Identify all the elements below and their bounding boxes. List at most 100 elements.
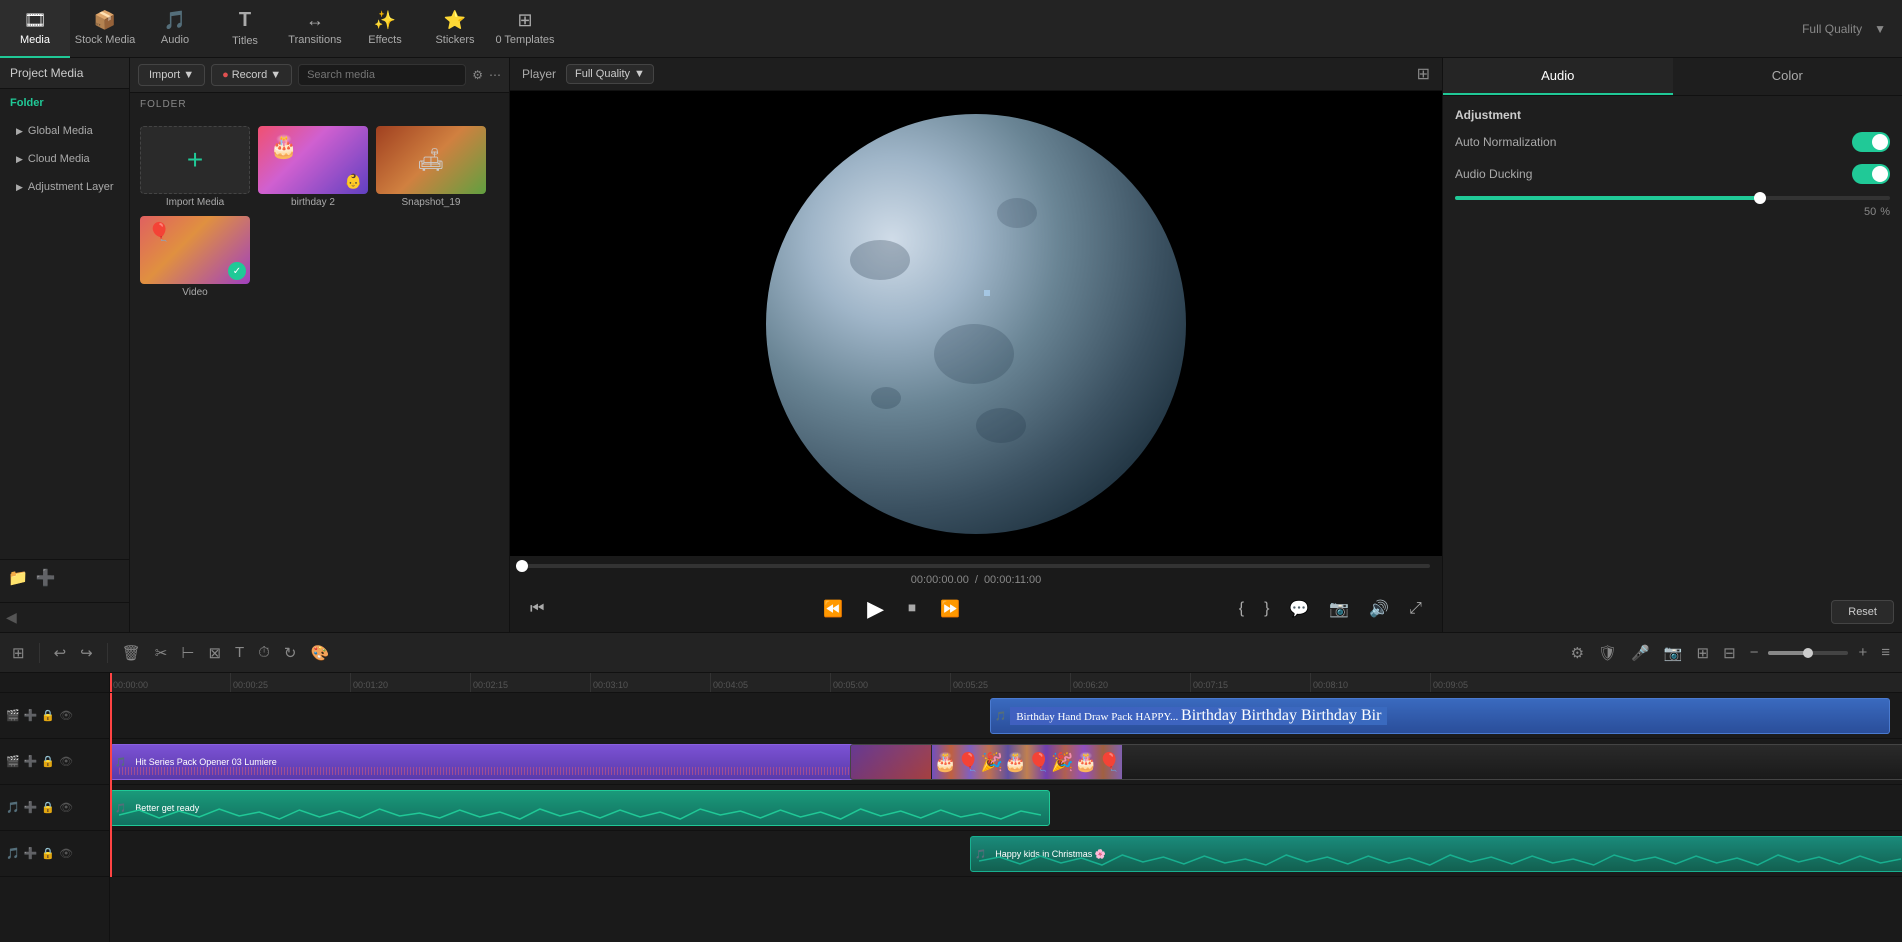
media-item-snapshot19[interactable]: 🛋 Snapshot_19 <box>376 126 486 208</box>
toolbar-titles[interactable]: T Titles <box>210 0 280 58</box>
toolbar-effects[interactable]: ✨ Effects <box>350 0 420 58</box>
track2-eye-icon[interactable]: 👁 <box>59 755 73 768</box>
clip-hit-series[interactable]: 🎵 Hit Series Pack Opener 03 Lumiere <box>110 744 970 780</box>
toolbar-stock-media-label: Stock Media <box>75 34 136 46</box>
tl-rotate-icon[interactable]: ↻ <box>280 642 301 664</box>
tl-settings-icon[interactable]: ⚙ <box>1567 642 1588 664</box>
tl-undo-icon[interactable]: ↩ <box>50 642 71 664</box>
media-item-video[interactable]: 🎈 ✓ Video <box>140 216 250 298</box>
tl-layout-icon[interactable]: ⊞ <box>1693 642 1714 664</box>
star-dot <box>984 290 990 296</box>
project-media-label: Project Media <box>10 66 83 80</box>
timeline-scroll[interactable]: 00:00:00 00:00:25 00:01:20 00:02:15 00:0… <box>110 673 1902 942</box>
mark-in-icon[interactable]: { <box>1231 598 1252 620</box>
tl-shield-icon[interactable]: 🛡 <box>1594 642 1621 664</box>
toolbar-stickers-label: Stickers <box>435 34 474 46</box>
audio-ducking-toggle[interactable] <box>1852 164 1890 184</box>
quality-label: Full Quality <box>1802 22 1862 36</box>
ruler-tick-2: 00:01:20 <box>350 673 388 692</box>
tab-color[interactable]: Color <box>1673 58 1902 95</box>
skip-back-icon[interactable]: ⏮ <box>522 598 552 620</box>
filter-icon[interactable]: ⚙ <box>472 68 483 82</box>
toolbar-media[interactable]: 🎞 Media <box>0 0 70 58</box>
toolbar-audio[interactable]: 🎵 Audio <box>140 0 210 58</box>
clip-happy-kids[interactable]: 🎵 Happy kids in Christmas 🌸 <box>970 836 1902 872</box>
clip-video-collage[interactable]: 🎂 🎈 🎉 🎂 🎈 🎉 🎂 🎈 <box>850 744 1902 780</box>
clip-birthday-title[interactable]: 🎵 Birthday Hand Draw Pack HAPPY... Birth… <box>990 698 1890 734</box>
toolbar-stickers[interactable]: ⭐ Stickers <box>420 0 490 58</box>
ducking-slider-track[interactable] <box>1455 196 1890 200</box>
collapse-sidebar-btn[interactable]: ◀ <box>0 602 129 632</box>
sidebar-folder-icon[interactable]: 📁 <box>8 568 28 588</box>
import-media-item[interactable]: + Import Media <box>140 126 250 208</box>
track1-add-icon[interactable]: ➕ <box>24 709 38 722</box>
templates-icon: ⊞ <box>517 10 532 31</box>
tl-plus-icon[interactable]: + <box>1854 642 1871 663</box>
tl-timer-icon[interactable]: ⏱ <box>254 642 274 663</box>
track4-lock-icon[interactable]: 🔒 <box>41 847 55 860</box>
tl-delete-icon[interactable]: 🗑 <box>118 642 145 664</box>
tl-list-icon[interactable]: ≡ <box>1877 642 1894 663</box>
moon-crater-4 <box>871 387 901 409</box>
tl-crop-icon[interactable]: ⊠ <box>204 642 225 664</box>
play-icon[interactable]: ▶ <box>859 594 892 624</box>
tl-minus-icon[interactable]: − <box>1746 642 1763 663</box>
reset-button[interactable]: Reset <box>1831 600 1894 624</box>
record-button[interactable]: ● Record ▼ <box>211 64 292 86</box>
track3-eye-icon[interactable]: 👁 <box>59 801 73 814</box>
fullscreen-icon[interactable]: ⤢ <box>1401 598 1430 620</box>
tl-add-track-icon[interactable]: ⊞ <box>8 642 29 664</box>
toolbar-templates-label: 0 Templates <box>495 34 554 46</box>
tl-redo-icon[interactable]: ↪ <box>76 642 97 664</box>
sidebar-add-icon[interactable]: ➕ <box>36 568 56 588</box>
tl-cut-icon[interactable]: ✂ <box>151 642 172 664</box>
frame-forward-icon[interactable]: ⏩ <box>932 597 968 621</box>
tl-mic-icon[interactable]: 🎤 <box>1627 642 1654 664</box>
track4-eye-icon[interactable]: 👁 <box>59 847 73 860</box>
project-media-header[interactable]: Project Media <box>0 58 129 89</box>
sidebar-item-cloud-media[interactable]: ▶ Cloud Media <box>0 145 129 173</box>
zoom-slider[interactable] <box>1768 651 1848 655</box>
track2-lock-icon[interactable]: 🔒 <box>41 755 55 768</box>
sidebar-item-adjustment-layer[interactable]: ▶ Adjustment Layer <box>0 173 129 201</box>
track-row-3: 🎵 Better get ready <box>110 785 1902 831</box>
toolbar-templates[interactable]: ⊞ 0 Templates <box>490 0 560 58</box>
tl-text-icon[interactable]: T <box>231 642 248 663</box>
import-thumb[interactable]: + <box>140 126 250 194</box>
stop-icon[interactable]: ⏹ <box>900 598 924 620</box>
mark-out-icon[interactable]: } <box>1256 598 1277 620</box>
auto-normalization-toggle[interactable] <box>1852 132 1890 152</box>
ruler-tick-3: 00:02:15 <box>470 673 508 692</box>
collapse-icon: ◀ <box>6 609 17 626</box>
player-settings-icon[interactable]: ⊞ <box>1417 66 1430 83</box>
tl-captions-icon[interactable]: ⊟ <box>1719 642 1740 664</box>
tl-split-icon[interactable]: ⊢ <box>177 642 198 664</box>
quality-select[interactable]: Full Quality ▼ <box>566 64 654 84</box>
snapshot-icon[interactable]: 📷 <box>1321 597 1357 621</box>
toolbar-transitions[interactable]: ↔ Transitions <box>280 0 350 58</box>
caption-icon[interactable]: 💬 <box>1281 597 1317 621</box>
track2-add-icon[interactable]: ➕ <box>24 755 38 768</box>
track1-lock-icon[interactable]: 🔒 <box>41 709 55 722</box>
more-icon[interactable]: ⋯ <box>489 68 501 82</box>
clip-better-get-ready[interactable]: 🎵 Better get ready <box>110 790 1050 826</box>
quality-value: Full Quality <box>575 68 630 80</box>
progress-bar[interactable] <box>522 564 1430 568</box>
track4-add-icon[interactable]: ➕ <box>24 847 38 860</box>
tl-color-icon[interactable]: 🎨 <box>306 642 333 664</box>
video-collage-frames: 🎂 🎈 🎉 🎂 🎈 🎉 🎂 🎈 <box>851 745 1122 779</box>
sidebar-item-global-media[interactable]: ▶ Global Media <box>0 117 129 145</box>
search-input[interactable] <box>298 64 466 86</box>
tab-audio[interactable]: Audio <box>1443 58 1673 95</box>
volume-icon[interactable]: 🔊 <box>1361 597 1397 621</box>
toolbar-titles-label: Titles <box>232 35 258 47</box>
media-item-birthday2[interactable]: 🎂 👶 birthday 2 <box>258 126 368 208</box>
import-button[interactable]: Import ▼ <box>138 64 205 86</box>
cloud-media-label: Cloud Media <box>28 153 90 165</box>
frame-back-icon[interactable]: ⏪ <box>815 597 851 621</box>
toolbar-stock-media[interactable]: 📦 Stock Media <box>70 0 140 58</box>
tl-camera-icon[interactable]: 📷 <box>1660 642 1687 664</box>
track3-add-icon[interactable]: ➕ <box>24 801 38 814</box>
track3-lock-icon[interactable]: 🔒 <box>41 801 55 814</box>
track1-eye-icon[interactable]: 👁 <box>59 709 73 722</box>
